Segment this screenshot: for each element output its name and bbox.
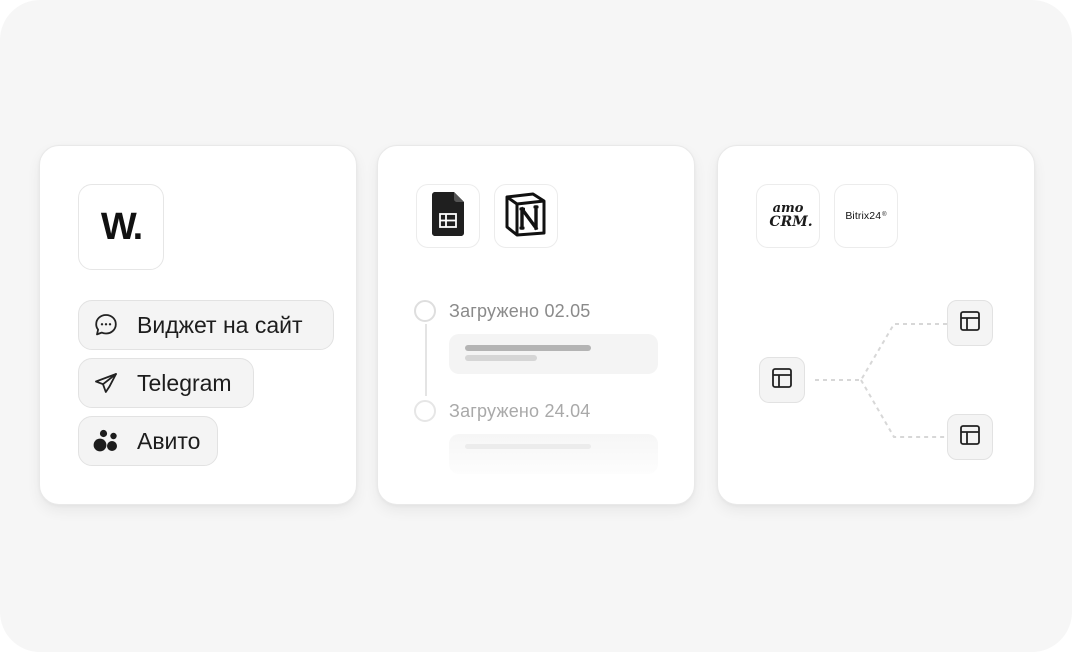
chat-bubble-icon bbox=[92, 311, 120, 339]
table-icon bbox=[959, 424, 981, 451]
timeline-dot bbox=[414, 300, 436, 322]
timeline-entry-label: Загружено 02.05 bbox=[449, 301, 591, 321]
channel-chip-telegram[interactable]: Telegram bbox=[78, 358, 254, 408]
target-table-node[interactable] bbox=[947, 414, 993, 460]
integrations-illustration: W. Виджет на сайт Telegram Авито Загруже… bbox=[0, 0, 1072, 652]
timeline-entry-preview bbox=[449, 434, 658, 474]
preview-line bbox=[465, 345, 591, 351]
brand-logo: W. bbox=[100, 205, 143, 248]
timeline-entry-preview bbox=[449, 334, 658, 374]
channels-card: W. Виджет на сайт Telegram Авито bbox=[39, 145, 357, 505]
table-icon bbox=[959, 310, 981, 337]
notion-icon bbox=[503, 191, 549, 242]
crm-card: amo CRM. Bitrix24® bbox=[717, 145, 1035, 505]
channel-chip-avito[interactable]: Авито bbox=[78, 416, 218, 466]
timeline-entry-label: Загружено 24.04 bbox=[449, 401, 591, 421]
google-sheets-icon bbox=[432, 191, 464, 241]
channel-chip-label: Виджет на сайт bbox=[137, 311, 303, 338]
avito-dots-icon bbox=[92, 427, 120, 455]
google-sheets-tile[interactable] bbox=[416, 184, 480, 248]
notion-tile[interactable] bbox=[494, 184, 558, 248]
paper-plane-icon bbox=[92, 369, 120, 397]
channel-chip-label: Авито bbox=[137, 427, 201, 454]
channel-chip-label: Telegram bbox=[137, 369, 232, 396]
channel-chip-website-widget[interactable]: Виджет на сайт bbox=[78, 300, 334, 350]
brand-logo-tile: W. bbox=[78, 184, 164, 270]
preview-line bbox=[465, 355, 537, 361]
preview-line bbox=[465, 444, 591, 449]
timeline-connector bbox=[425, 324, 427, 396]
timeline-dot bbox=[414, 400, 436, 422]
table-icon bbox=[771, 367, 793, 394]
target-table-node[interactable] bbox=[947, 300, 993, 346]
knowledge-sources-card: Загружено 02.05 Загружено 24.04 bbox=[377, 145, 695, 505]
source-table-node[interactable] bbox=[759, 357, 805, 403]
